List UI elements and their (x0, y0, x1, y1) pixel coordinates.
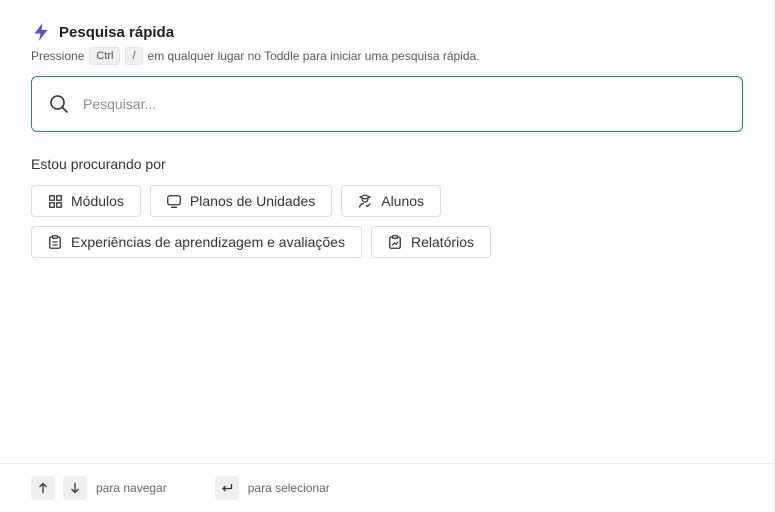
enter-icon (221, 483, 232, 491)
hint-text-after: em qualquer lugar no Toddle para iniciar… (147, 49, 480, 63)
arrow-up-key (31, 476, 55, 500)
chip-modules[interactable]: Módulos (31, 185, 141, 217)
filter-chips: Módulos Planos de Unidades Alunos Experi… (31, 185, 743, 267)
select-hint: para selecionar (247, 481, 330, 495)
chip-reports[interactable]: Relatórios (370, 226, 491, 258)
search-input[interactable] (83, 96, 683, 112)
shortcut-hint: Pressione Ctrl / em qualquer lugar no To… (31, 47, 480, 65)
navigate-hint: para navegar (96, 481, 167, 495)
select-hint-group: para selecionar (214, 476, 330, 500)
arrow-down-key (63, 476, 87, 500)
report-icon (388, 235, 402, 249)
board-icon (167, 194, 181, 208)
quick-search-header: Pesquisa rápida Pressione Ctrl / em qual… (31, 22, 480, 65)
clipboard-icon (48, 235, 62, 249)
chip-label: Módulos (71, 193, 124, 209)
chip-label: Planos de Unidades (189, 193, 316, 209)
chip-label: Experiências de aprendizagem e avaliaçõe… (71, 234, 345, 250)
hint-text-before: Pressione (31, 49, 85, 63)
arrow-up-icon (39, 482, 47, 493)
chip-label: Alunos (381, 193, 425, 209)
arrow-down-icon (71, 483, 79, 494)
chip-row-1: Módulos Planos de Unidades Alunos (31, 185, 743, 217)
chip-students[interactable]: Alunos (341, 185, 442, 217)
slash-key-badge: / (125, 47, 143, 65)
grid-icon (48, 194, 62, 208)
ctrl-key-badge: Ctrl (89, 47, 121, 65)
chip-unit-plans[interactable]: Planos de Unidades (149, 185, 333, 217)
quick-search-panel: Pesquisa rápida Pressione Ctrl / em qual… (0, 0, 775, 512)
filter-section-label: Estou procurando por (31, 156, 166, 172)
page-title: Pesquisa rápida (59, 23, 175, 41)
student-icon (358, 194, 372, 208)
enter-key (214, 476, 239, 500)
chip-learning-experiences[interactable]: Experiências de aprendizagem e avaliaçõe… (31, 226, 362, 258)
search-box[interactable] (31, 76, 743, 132)
search-icon (50, 95, 68, 113)
chip-row-2: Experiências de aprendizagem e avaliaçõe… (31, 226, 743, 258)
chip-label: Relatórios (410, 234, 474, 250)
lightning-icon (31, 22, 51, 42)
keyboard-hints-footer: para navegar para selecionar (0, 463, 775, 512)
title-row: Pesquisa rápida (31, 22, 480, 42)
